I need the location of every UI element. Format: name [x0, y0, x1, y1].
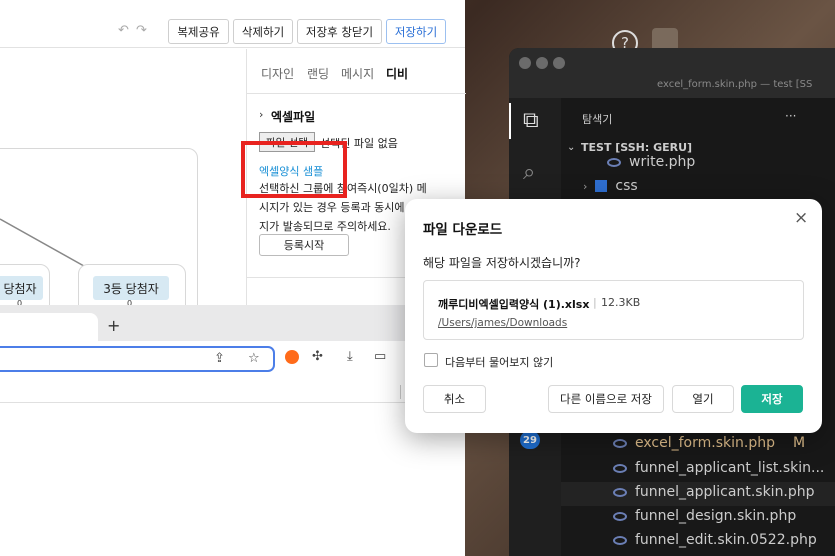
save-and-close-button[interactable]: 저장후 창닫기 — [297, 19, 382, 44]
more-actions-icon[interactable]: ··· — [785, 109, 796, 123]
root-folder[interactable]: TEST [SSH: GERU] — [581, 141, 692, 154]
cancel-button[interactable]: 취소 — [423, 385, 486, 413]
chevron-down-icon[interactable]: ⌄ — [567, 142, 575, 153]
divider — [247, 93, 466, 94]
file-item[interactable]: funnel_applicant_list.skin... — [613, 460, 824, 476]
window-title: excel_form.skin.php — test [SS — [657, 79, 813, 90]
explorer-icon[interactable]: ⧉ — [523, 108, 539, 133]
browser-tab[interactable] — [0, 313, 98, 341]
file-download-dialog: 파일 다운로드 × 해당 파일을 저장하시겠습니까? 깨루디비엑셀입력양식 (1… — [405, 199, 822, 433]
node-label: 3등 당첨자 — [93, 276, 169, 300]
file-name: write.php — [629, 154, 696, 170]
file-item-modified[interactable]: excel_form.skin.php M — [613, 435, 805, 451]
section-title: 엑셀파일 — [271, 110, 316, 124]
open-button[interactable]: 열기 — [672, 385, 734, 413]
share-icon[interactable]: ⇪ — [214, 351, 225, 366]
chevron-right-icon: › — [583, 180, 588, 193]
browser-tab-bar: + — [0, 305, 465, 341]
tab-landing[interactable]: 랜딩 — [307, 65, 329, 82]
dont-ask-checkbox[interactable] — [424, 353, 438, 367]
browser-window: + ⇪ ☆ ✣ ⤓ ▭ — [0, 305, 465, 556]
tab-design[interactable]: 디자인 — [261, 65, 294, 82]
download-icon[interactable]: ⤓ — [347, 349, 353, 364]
redo-icon[interactable]: ↷ — [136, 23, 147, 38]
file-name: 깨루디비엑셀입력양식 (1).xlsx — [438, 298, 590, 311]
file-name: funnel_applicant.skin.php — [635, 484, 815, 500]
address-bar[interactable]: ⇪ ☆ — [0, 346, 275, 372]
maximize-dot[interactable] — [553, 57, 565, 69]
close-icon[interactable]: × — [794, 208, 808, 228]
folder-item[interactable]: › css — [583, 178, 638, 194]
undo-icon[interactable]: ↶ — [118, 23, 129, 38]
php-file-icon — [613, 463, 627, 473]
tab-message[interactable]: 메시지 — [341, 65, 374, 82]
divider — [400, 385, 401, 399]
php-file-icon — [607, 157, 621, 167]
file-size: 12.3KB — [601, 296, 641, 309]
vscode-titlebar: excel_form.skin.php — test [SS — [509, 48, 835, 98]
tab-db[interactable]: 디비 — [386, 65, 408, 82]
cast-icon[interactable]: ▭ — [374, 349, 386, 364]
file-item[interactable]: funnel_design.skin.php — [613, 508, 796, 524]
separator: | — [593, 296, 597, 309]
editor-toolbar: ↶ ↷ 복제공유 삭제하기 저장후 창닫기 저장하기 — [0, 0, 465, 48]
extension-icon[interactable] — [285, 350, 299, 364]
file-info-box: 깨루디비엑셀입력양식 (1).xlsx | 12.3KB /Users/jame… — [423, 280, 804, 340]
php-file-icon — [613, 487, 627, 497]
css-folder-icon — [595, 180, 608, 192]
minimize-dot[interactable] — [536, 57, 548, 69]
file-name: excel_form.skin.php — [635, 435, 775, 451]
file-name: funnel_applicant_list.skin... — [635, 460, 825, 476]
php-file-icon — [613, 511, 627, 521]
dialog-question: 해당 파일을 저장하시겠습니까? — [423, 256, 581, 270]
chevron-right-icon: › — [259, 108, 264, 121]
file-item[interactable]: write.php — [607, 154, 695, 170]
node-label: 당첨자 — [0, 276, 43, 300]
file-path-link[interactable]: /Users/james/Downloads — [438, 317, 567, 329]
flow-canvas: 당첨자 0 3등 당첨자 0 — [0, 49, 246, 348]
file-name: funnel_design.skin.php — [635, 508, 797, 524]
browser-toolbar: ⇪ ☆ ✣ ⤓ ▭ — [0, 341, 465, 403]
file-item[interactable]: funnel_applicant.skin.php — [613, 484, 815, 500]
source-control-badge: 29 — [520, 431, 540, 449]
register-start-button[interactable]: 등록시작 — [259, 234, 349, 256]
file-name: css — [615, 178, 638, 194]
file-name: funnel_edit.skin.0522.php — [635, 532, 817, 548]
active-indicator — [509, 103, 511, 139]
php-file-icon — [613, 438, 627, 448]
file-item[interactable]: funnel_edit.skin.0522.php — [613, 532, 817, 548]
highlight-box — [241, 141, 347, 198]
git-status: M — [793, 435, 806, 451]
new-tab-button[interactable]: + — [107, 316, 120, 335]
save-button[interactable]: 저장 — [741, 385, 803, 413]
dont-ask-label: 다음부터 물어보지 않기 — [445, 356, 554, 369]
dialog-title: 파일 다운로드 — [423, 222, 503, 238]
puzzle-icon[interactable]: ✣ — [312, 349, 323, 364]
duplicate-share-button[interactable]: 복제공유 — [168, 19, 229, 44]
php-file-icon — [613, 535, 627, 545]
save-button[interactable]: 저장하기 — [386, 19, 446, 44]
search-icon[interactable]: ⌕ — [523, 160, 535, 185]
funnel-editor-window: ↶ ↷ 복제공유 삭제하기 저장후 창닫기 저장하기 당첨자 0 3등 당첨자 … — [0, 0, 466, 348]
delete-button[interactable]: 삭제하기 — [233, 19, 293, 44]
save-as-button[interactable]: 다른 이름으로 저장 — [548, 385, 664, 413]
close-dot[interactable] — [519, 57, 531, 69]
star-icon[interactable]: ☆ — [248, 351, 260, 366]
explorer-title: 탐색기 — [582, 113, 613, 126]
